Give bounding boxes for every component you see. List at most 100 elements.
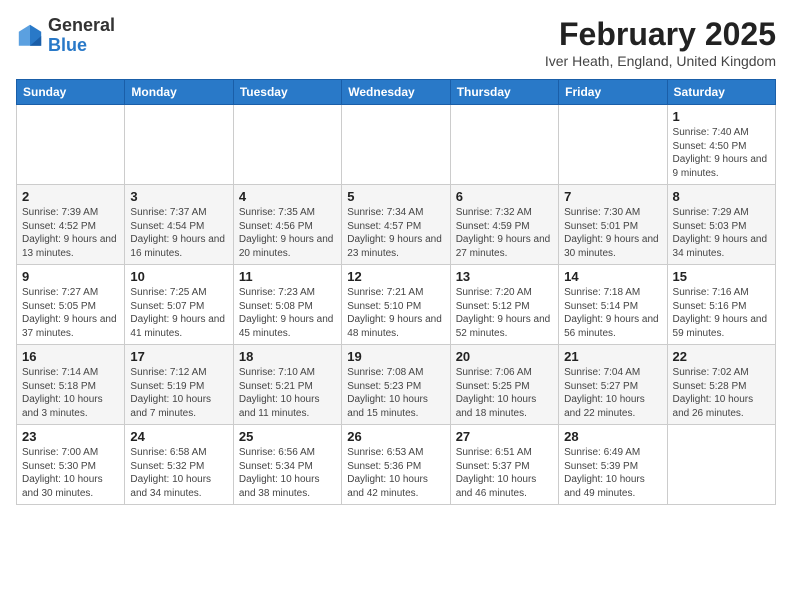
calendar-week-row: 23 Sunrise: 7:00 AM Sunset: 5:30 PM Dayli…	[17, 425, 776, 505]
calendar-cell: 26Sunrise: 6:53 AM Sunset: 5:36 PM Dayli…	[342, 425, 450, 505]
calendar-cell: 28 Sunrise: 6:49 AM Sunset: 5:39 PM Dayli…	[559, 425, 667, 505]
logo-text: General Blue	[48, 16, 115, 56]
day-number: 23	[22, 429, 119, 444]
calendar-cell	[125, 105, 233, 185]
weekday-header-cell: Monday	[125, 80, 233, 105]
day-info: Sunrise: 7:32 AM Sunset: 4:59 PM Dayligh…	[456, 206, 553, 260]
calendar-cell: 4 Sunrise: 7:35 AM Sunset: 4:56 PM Daylig…	[233, 185, 341, 265]
day-info: Sunrise: 7:06 AM Sunset: 5:25 PM Dayligh…	[456, 366, 553, 420]
weekday-header-cell: Tuesday	[233, 80, 341, 105]
day-info: Sunrise: 7:16 AM Sunset: 5:16 PM Dayligh…	[673, 286, 770, 340]
day-number: 7	[564, 189, 661, 204]
day-number: 14	[564, 269, 661, 284]
calendar-cell: 25 Sunrise: 6:56 AM Sunset: 5:34 PM Dayli…	[233, 425, 341, 505]
calendar-cell: 23 Sunrise: 7:00 AM Sunset: 5:30 PM Dayli…	[17, 425, 125, 505]
day-info: Sunrise: 7:37 AM Sunset: 4:54 PM Dayligh…	[130, 206, 227, 260]
calendar-cell: 1Sunrise: 7:40 AM Sunset: 4:50 PM Daylig…	[667, 105, 775, 185]
calendar-cell: 18Sunrise: 7:10 AM Sunset: 5:21 PM Dayli…	[233, 345, 341, 425]
day-number: 22	[673, 349, 770, 364]
calendar-cell	[559, 105, 667, 185]
day-number: 26	[347, 429, 444, 444]
day-info: Sunrise: 7:20 AM Sunset: 5:12 PM Dayligh…	[456, 286, 553, 340]
day-info: Sunrise: 7:12 AM Sunset: 5:19 PM Dayligh…	[130, 366, 227, 420]
weekday-header-cell: Friday	[559, 80, 667, 105]
day-info: Sunrise: 6:49 AM Sunset: 5:39 PM Dayligh…	[564, 446, 661, 500]
day-info: Sunrise: 7:00 AM Sunset: 5:30 PM Dayligh…	[22, 446, 119, 500]
day-info: Sunrise: 7:30 AM Sunset: 5:01 PM Dayligh…	[564, 206, 661, 260]
calendar-cell: 22 Sunrise: 7:02 AM Sunset: 5:28 PM Dayli…	[667, 345, 775, 425]
logo-icon	[16, 22, 44, 50]
header: General Blue February 2025 Iver Heath, E…	[16, 16, 776, 69]
calendar-cell: 17 Sunrise: 7:12 AM Sunset: 5:19 PM Dayli…	[125, 345, 233, 425]
day-number: 16	[22, 349, 119, 364]
day-number: 27	[456, 429, 553, 444]
day-number: 15	[673, 269, 770, 284]
day-number: 11	[239, 269, 336, 284]
day-number: 25	[239, 429, 336, 444]
calendar-cell: 3 Sunrise: 7:37 AM Sunset: 4:54 PM Daylig…	[125, 185, 233, 265]
day-info: Sunrise: 7:14 AM Sunset: 5:18 PM Dayligh…	[22, 366, 119, 420]
day-number: 28	[564, 429, 661, 444]
calendar-cell: 27 Sunrise: 6:51 AM Sunset: 5:37 PM Dayli…	[450, 425, 558, 505]
day-info: Sunrise: 7:34 AM Sunset: 4:57 PM Dayligh…	[347, 206, 444, 260]
weekday-header-cell: Saturday	[667, 80, 775, 105]
calendar-cell: 5 Sunrise: 7:34 AM Sunset: 4:57 PM Daylig…	[342, 185, 450, 265]
day-info: Sunrise: 6:56 AM Sunset: 5:34 PM Dayligh…	[239, 446, 336, 500]
calendar-cell	[17, 105, 125, 185]
calendar-cell: 9Sunrise: 7:27 AM Sunset: 5:05 PM Daylig…	[17, 265, 125, 345]
day-number: 20	[456, 349, 553, 364]
calendar-cell	[667, 425, 775, 505]
day-info: Sunrise: 7:18 AM Sunset: 5:14 PM Dayligh…	[564, 286, 661, 340]
logo: General Blue	[16, 16, 115, 56]
calendar-cell: 20 Sunrise: 7:06 AM Sunset: 5:25 PM Dayli…	[450, 345, 558, 425]
day-info: Sunrise: 7:02 AM Sunset: 5:28 PM Dayligh…	[673, 366, 770, 420]
calendar-week-row: 9Sunrise: 7:27 AM Sunset: 5:05 PM Daylig…	[17, 265, 776, 345]
calendar-cell: 15 Sunrise: 7:16 AM Sunset: 5:16 PM Dayli…	[667, 265, 775, 345]
day-info: Sunrise: 7:04 AM Sunset: 5:27 PM Dayligh…	[564, 366, 661, 420]
day-info: Sunrise: 7:27 AM Sunset: 5:05 PM Dayligh…	[22, 286, 119, 340]
calendar-cell: 12 Sunrise: 7:21 AM Sunset: 5:10 PM Dayli…	[342, 265, 450, 345]
day-number: 2	[22, 189, 119, 204]
day-info: Sunrise: 7:29 AM Sunset: 5:03 PM Dayligh…	[673, 206, 770, 260]
day-number: 18	[239, 349, 336, 364]
location: Iver Heath, England, United Kingdom	[545, 53, 776, 69]
day-number: 10	[130, 269, 227, 284]
day-info: Sunrise: 7:25 AM Sunset: 5:07 PM Dayligh…	[130, 286, 227, 340]
day-number: 4	[239, 189, 336, 204]
day-info: Sunrise: 6:51 AM Sunset: 5:37 PM Dayligh…	[456, 446, 553, 500]
calendar-body: 1Sunrise: 7:40 AM Sunset: 4:50 PM Daylig…	[17, 105, 776, 505]
day-number: 19	[347, 349, 444, 364]
day-number: 6	[456, 189, 553, 204]
day-number: 24	[130, 429, 227, 444]
day-number: 13	[456, 269, 553, 284]
day-info: Sunrise: 7:35 AM Sunset: 4:56 PM Dayligh…	[239, 206, 336, 260]
weekday-header-cell: Wednesday	[342, 80, 450, 105]
calendar-cell	[342, 105, 450, 185]
calendar-cell: 6 Sunrise: 7:32 AM Sunset: 4:59 PM Daylig…	[450, 185, 558, 265]
calendar-table: SundayMondayTuesdayWednesdayThursdayFrid…	[16, 79, 776, 505]
weekday-header-row: SundayMondayTuesdayWednesdayThursdayFrid…	[17, 80, 776, 105]
calendar-week-row: 16 Sunrise: 7:14 AM Sunset: 5:18 PM Dayli…	[17, 345, 776, 425]
day-number: 8	[673, 189, 770, 204]
calendar-cell: 7 Sunrise: 7:30 AM Sunset: 5:01 PM Daylig…	[559, 185, 667, 265]
weekday-header-cell: Thursday	[450, 80, 558, 105]
day-number: 3	[130, 189, 227, 204]
calendar-cell: 24 Sunrise: 6:58 AM Sunset: 5:32 PM Dayli…	[125, 425, 233, 505]
title-area: February 2025 Iver Heath, England, Unite…	[545, 16, 776, 69]
day-number: 12	[347, 269, 444, 284]
day-info: Sunrise: 7:21 AM Sunset: 5:10 PM Dayligh…	[347, 286, 444, 340]
day-number: 1	[673, 109, 770, 124]
calendar-cell: 13 Sunrise: 7:20 AM Sunset: 5:12 PM Dayli…	[450, 265, 558, 345]
calendar-week-row: 1Sunrise: 7:40 AM Sunset: 4:50 PM Daylig…	[17, 105, 776, 185]
day-info: Sunrise: 6:58 AM Sunset: 5:32 PM Dayligh…	[130, 446, 227, 500]
day-info: Sunrise: 7:39 AM Sunset: 4:52 PM Dayligh…	[22, 206, 119, 260]
day-number: 5	[347, 189, 444, 204]
calendar-cell: 11 Sunrise: 7:23 AM Sunset: 5:08 PM Dayli…	[233, 265, 341, 345]
day-info: Sunrise: 7:23 AM Sunset: 5:08 PM Dayligh…	[239, 286, 336, 340]
day-number: 17	[130, 349, 227, 364]
day-number: 21	[564, 349, 661, 364]
calendar-cell: 10 Sunrise: 7:25 AM Sunset: 5:07 PM Dayli…	[125, 265, 233, 345]
calendar-cell: 21 Sunrise: 7:04 AM Sunset: 5:27 PM Dayli…	[559, 345, 667, 425]
calendar-cell	[233, 105, 341, 185]
calendar-cell: 8 Sunrise: 7:29 AM Sunset: 5:03 PM Daylig…	[667, 185, 775, 265]
